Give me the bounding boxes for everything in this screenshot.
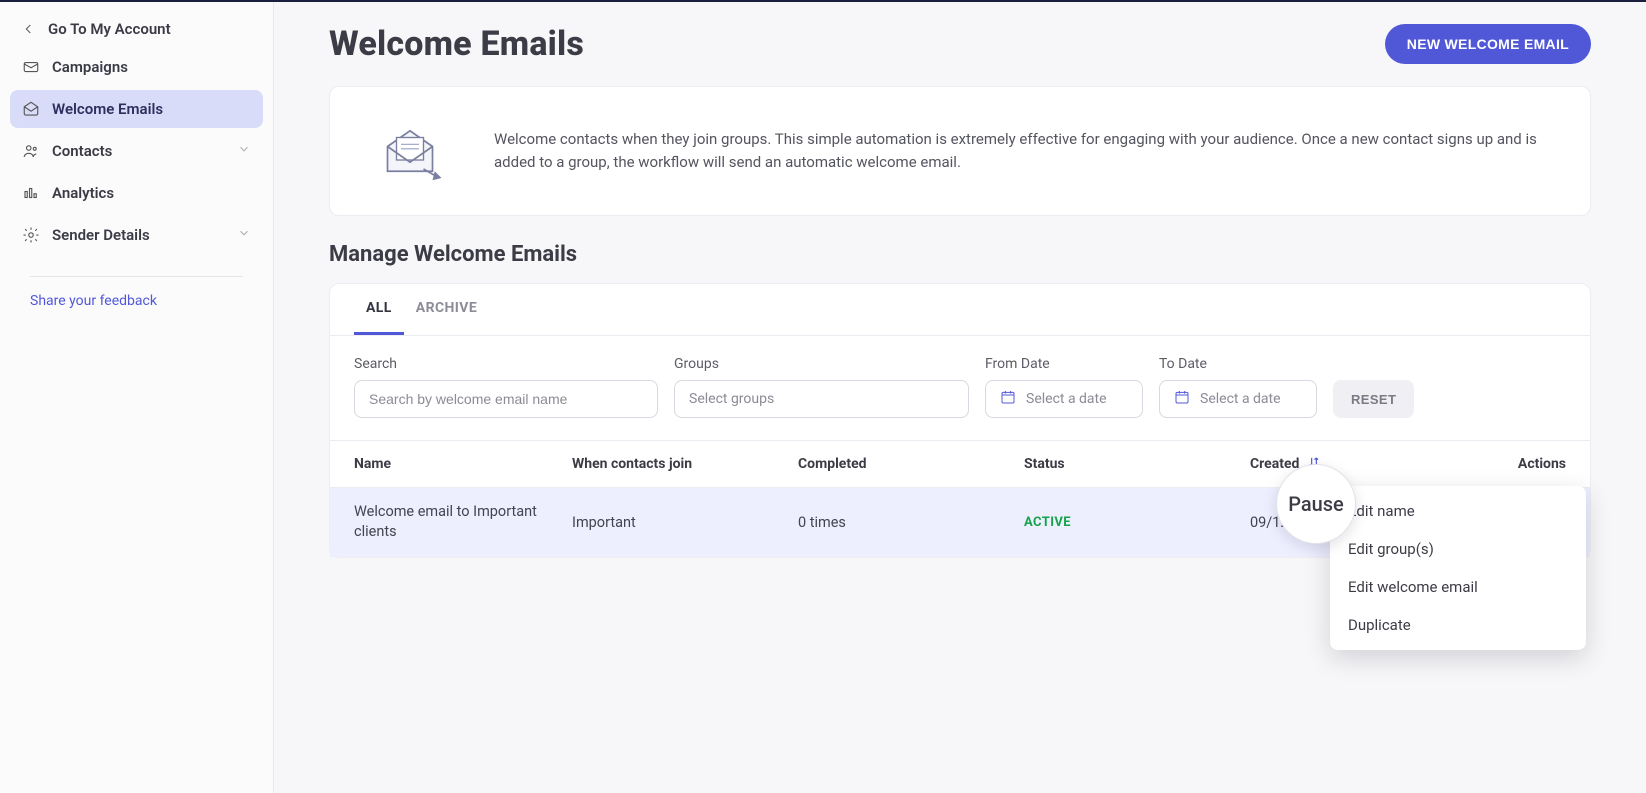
welcome-email-illustration-icon <box>374 115 446 187</box>
actions-dropdown: Edit name Edit group(s) Edit welcome ema… <box>1330 486 1586 650</box>
th-actions: Actions <box>1448 456 1566 472</box>
groups-select[interactable]: Select groups <box>674 380 969 418</box>
calendar-icon <box>1000 389 1016 409</box>
groups-placeholder: Select groups <box>689 391 774 407</box>
th-name: Name <box>354 456 564 472</box>
sidebar-item-campaigns[interactable]: Campaigns <box>10 48 263 86</box>
arrow-left-icon <box>20 20 38 38</box>
filters-row: Search Groups Select groups From Date <box>330 336 1590 441</box>
main-content: Welcome Emails NEW WELCOME EMAIL Welcome… <box>274 2 1646 793</box>
page-header: Welcome Emails NEW WELCOME EMAIL <box>329 24 1591 64</box>
tab-all[interactable]: ALL <box>354 284 404 335</box>
reset-button[interactable]: RESET <box>1333 380 1414 418</box>
sidebar-item-welcome-emails[interactable]: Welcome Emails <box>10 90 263 128</box>
chevron-down-icon <box>237 142 251 160</box>
share-feedback-link[interactable]: Share your feedback <box>10 293 263 309</box>
from-date-placeholder: Select a date <box>1026 391 1107 407</box>
bar-chart-icon <box>22 184 40 202</box>
sidebar-item-label: Campaigns <box>52 58 128 76</box>
th-status: Status <box>1024 456 1242 472</box>
search-label: Search <box>354 356 658 372</box>
to-date-picker[interactable]: Select a date <box>1159 380 1317 418</box>
tab-archive[interactable]: ARCHIVE <box>404 284 489 335</box>
divider <box>30 276 243 277</box>
envelope-icon <box>22 58 40 76</box>
intro-text: Welcome contacts when they join groups. … <box>494 128 1546 175</box>
sidebar: Go To My Account Campaigns Welcome Email… <box>0 2 274 793</box>
go-to-account-label: Go To My Account <box>48 20 171 38</box>
search-input[interactable] <box>369 391 643 407</box>
gear-icon <box>22 226 40 244</box>
sidebar-item-sender-details[interactable]: Sender Details <box>10 216 263 254</box>
sidebar-item-label: Welcome Emails <box>52 100 163 118</box>
cell-status: ACTIVE <box>1024 515 1242 530</box>
cell-name: Welcome email to Important clients <box>354 502 564 543</box>
pause-tooltip-label: Pause <box>1288 492 1344 516</box>
go-to-account-link[interactable]: Go To My Account <box>10 12 263 46</box>
calendar-icon <box>1174 389 1190 409</box>
sidebar-item-label: Sender Details <box>52 226 150 244</box>
sidebar-item-label: Analytics <box>52 184 114 202</box>
sidebar-item-analytics[interactable]: Analytics <box>10 174 263 212</box>
new-welcome-email-button[interactable]: NEW WELCOME EMAIL <box>1385 24 1591 64</box>
table-header: Name When contacts join Completed Status… <box>330 441 1590 488</box>
menu-duplicate[interactable]: Duplicate <box>1330 606 1586 644</box>
pause-tooltip: Pause <box>1276 464 1356 544</box>
to-date-placeholder: Select a date <box>1200 391 1281 407</box>
search-input-wrap <box>354 380 658 418</box>
sidebar-item-contacts[interactable]: Contacts <box>10 132 263 170</box>
manage-section-title: Manage Welcome Emails <box>329 242 1591 267</box>
from-date-label: From Date <box>985 356 1143 372</box>
people-icon <box>22 142 40 160</box>
to-date-label: To Date <box>1159 356 1317 372</box>
from-date-picker[interactable]: Select a date <box>985 380 1143 418</box>
tabs: ALL ARCHIVE <box>330 284 1590 336</box>
cell-completed: 0 times <box>798 514 1016 531</box>
th-completed: Completed <box>798 456 1016 472</box>
th-created[interactable]: Created <box>1250 455 1440 473</box>
intro-card: Welcome contacts when they join groups. … <box>329 86 1591 216</box>
page-title: Welcome Emails <box>329 24 584 64</box>
envelope-open-icon <box>22 100 40 118</box>
menu-edit-welcome-email[interactable]: Edit welcome email <box>1330 568 1586 606</box>
groups-label: Groups <box>674 356 969 372</box>
chevron-down-icon <box>237 226 251 244</box>
cell-when: Important <box>572 514 790 531</box>
th-created-label: Created <box>1250 456 1299 472</box>
sidebar-item-label: Contacts <box>52 142 112 160</box>
th-when: When contacts join <box>572 456 790 472</box>
menu-edit-name[interactable]: Edit name <box>1330 492 1586 530</box>
menu-edit-groups[interactable]: Edit group(s) <box>1330 530 1586 568</box>
